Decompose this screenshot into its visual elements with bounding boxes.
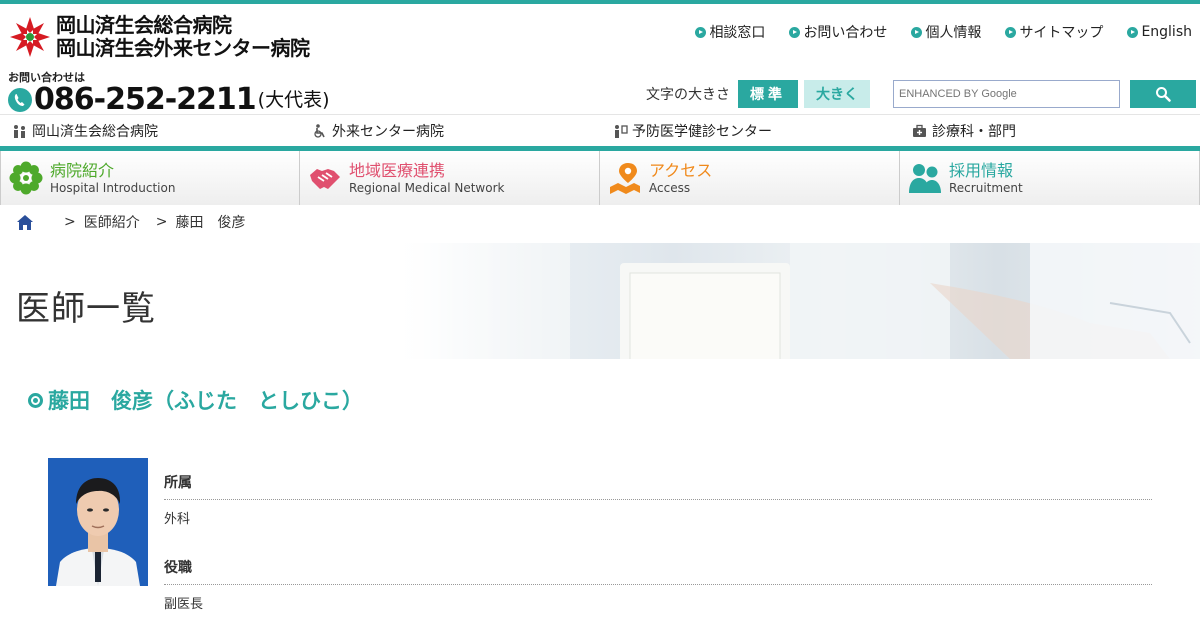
utility-link-privacy[interactable]: 個人情報 <box>911 22 981 42</box>
logo-text: 岡山済生会総合病院 岡山済生会外来センター病院 <box>56 14 310 60</box>
main-nav-access[interactable]: アクセス Access <box>600 151 900 205</box>
arrow-circle-icon <box>695 26 707 38</box>
main-navigation: 病院紹介 Hospital Introduction 地域医療連携 Region… <box>0 151 1200 205</box>
utility-link-sitemap[interactable]: サイトマップ <box>1005 22 1103 42</box>
phone-suffix: (大代表) <box>257 89 330 111</box>
utility-links: 相談窓口 お問い合わせ 個人情報 サイトマップ English <box>695 22 1192 42</box>
hero-fade <box>390 243 550 359</box>
doctor-name-heading: 藤田 俊彦（ふじた としひこ） <box>28 385 363 415</box>
main-nav-recruitment[interactable]: 採用情報 Recruitment <box>900 151 1200 205</box>
bullet-icon <box>28 392 43 408</box>
search-input[interactable] <box>893 80 1120 108</box>
doctor-details: 所属 外科 役職 副医長 <box>164 472 1152 642</box>
arrow-circle-icon <box>1127 26 1139 38</box>
utility-link-consultation[interactable]: 相談窓口 <box>695 22 765 42</box>
header: 岡山済生会総合病院 岡山済生会外来センター病院 お問い合わせは 086-252-… <box>0 4 1200 115</box>
people-icon <box>909 164 941 193</box>
font-size-large-button[interactable]: 大きく <box>804 80 870 108</box>
wheelchair-icon <box>314 123 325 138</box>
detail-label-affiliation: 所属 <box>164 472 1152 500</box>
arrow-circle-icon <box>911 26 923 38</box>
home-icon[interactable] <box>16 214 34 231</box>
phone-icon <box>8 88 32 112</box>
detail-value-position: 副医長 <box>164 597 204 612</box>
main-nav-label-en: Access <box>649 180 691 195</box>
page-title: 医師一覧 <box>16 289 156 329</box>
sub-navigation: 岡山済生会総合病院 外来センター病院 予防医学健診センター 診療科・部門 <box>0 114 1200 146</box>
site-search <box>893 80 1196 108</box>
family-icon <box>14 124 25 138</box>
breadcrumb-item-current: 藤田 俊彦 <box>175 215 246 231</box>
doctor-name: 藤田 俊彦（ふじた としひこ） <box>48 389 363 413</box>
phone-number[interactable]: 086-252-2211 <box>34 85 257 115</box>
medical-bag-icon <box>913 124 926 137</box>
phone-contact: お問い合わせは 086-252-2211 (大代表) <box>8 72 329 115</box>
font-size-label: 文字の大きさ <box>646 87 730 103</box>
breadcrumb-separator: > <box>64 214 76 230</box>
main-nav-label-en: Recruitment <box>949 180 1023 195</box>
handshake-icon <box>310 169 340 189</box>
main-nav-label-en: Regional Medical Network <box>349 180 505 195</box>
flower-icon <box>9 161 43 195</box>
main-nav-label-jp: 地域医療連携 <box>349 160 446 180</box>
font-size-standard-button[interactable]: 標準 <box>738 80 798 108</box>
utility-link-english[interactable]: English <box>1127 22 1192 42</box>
subnav-general-hospital[interactable]: 岡山済生会総合病院 <box>0 115 300 146</box>
main-nav-regional-network[interactable]: 地域医療連携 Regional Medical Network <box>300 151 600 205</box>
doctor-photo <box>48 458 148 586</box>
map-pin-icon <box>610 163 640 194</box>
subnav-outpatient-center[interactable]: 外来センター病院 <box>300 115 600 146</box>
main-nav-hospital-introduction[interactable]: 病院紹介 Hospital Introduction <box>0 151 300 205</box>
subnav-departments[interactable]: 診療科・部門 <box>900 115 1200 146</box>
search-button[interactable] <box>1130 80 1196 108</box>
doctor-portrait <box>48 458 148 586</box>
breadcrumb-item-doctors[interactable]: 医師紹介 <box>84 212 140 232</box>
detail-value-affiliation: 外科 <box>164 512 191 527</box>
logo-line-1: 岡山済生会総合病院 <box>56 13 232 37</box>
page-hero: 医師一覧 <box>0 243 1200 359</box>
main-nav-label-jp: 病院紹介 <box>50 160 115 180</box>
subnav-preventive-center[interactable]: 予防医学健診センター <box>600 115 900 146</box>
main-nav-label-jp: 採用情報 <box>949 160 1014 180</box>
utility-link-contact[interactable]: お問い合わせ <box>789 22 887 42</box>
arrow-circle-icon <box>789 26 801 38</box>
font-size-switcher: 文字の大きさ 標準 大きく <box>646 80 876 108</box>
saiseikai-logo-icon <box>9 16 51 58</box>
logo-line-2: 岡山済生会外来センター病院 <box>56 36 310 60</box>
search-icon <box>1156 87 1171 102</box>
checkup-icon <box>615 124 628 138</box>
breadcrumb: > 医師紹介 > 藤田 俊彦 <box>16 212 245 232</box>
main-nav-label-jp: アクセス <box>649 160 713 180</box>
breadcrumb-separator: > <box>155 214 168 230</box>
main-nav-label-en: Hospital Introduction <box>50 180 176 195</box>
arrow-circle-icon <box>1005 26 1017 38</box>
hospital-logo[interactable]: 岡山済生会総合病院 岡山済生会外来センター病院 <box>8 14 310 60</box>
detail-label-position: 役職 <box>164 557 1152 585</box>
